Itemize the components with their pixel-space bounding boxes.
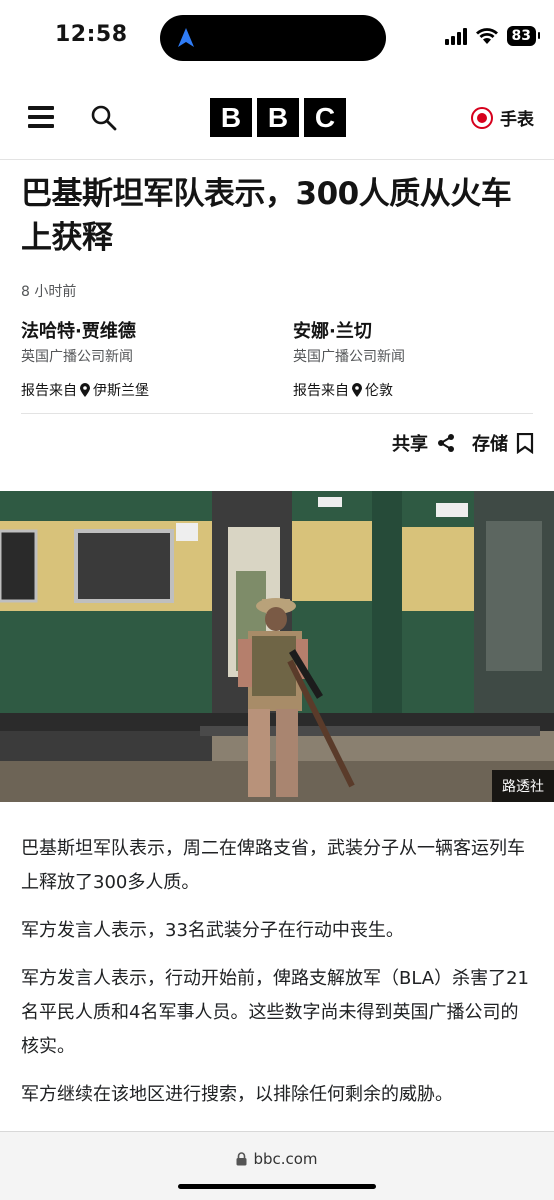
article-paragraph: 军方发言人表示，行动开始前，俾路支解放军（BLA）杀害了21名平民人质和4名军事… [21, 968, 530, 1057]
home-indicator[interactable] [178, 1184, 376, 1189]
article-paragraph: 军方继续在该地区进行搜索，以排除任何剩余的威胁。 [21, 1084, 453, 1105]
article-actions: 共享 存储 [392, 430, 534, 456]
bbc-logo[interactable]: B B C [210, 98, 346, 137]
battery-icon: 83 [506, 26, 541, 46]
share-icon [438, 434, 454, 452]
location-pin-icon [80, 383, 90, 397]
article-image: 路透社 [0, 491, 554, 802]
location-name: 伦敦 [365, 383, 393, 399]
author-org: 英国广播公司新闻 [293, 349, 405, 365]
status-bar: 12:58 83 [0, 0, 554, 76]
byline-author: 法哈特·贾维德 英国广播公司新闻 报告来自 伊斯兰堡 [21, 320, 271, 400]
url-text: bbc.com [253, 1150, 318, 1168]
author-location: 报告来自 伊斯兰堡 [21, 380, 271, 400]
share-label: 共享 [392, 434, 428, 455]
article-body: 巴基斯坦军队表示，周二在俾路支省，武装分子从一辆客运列车上释放了300多人质。 … [21, 832, 535, 1126]
signal-icon [444, 27, 467, 45]
location-arrow-icon [178, 28, 194, 47]
browser-address-bar[interactable]: bbc.com [0, 1131, 554, 1200]
location-prefix: 报告来自 [293, 383, 349, 399]
dynamic-island [160, 15, 386, 61]
author-name: 法哈特·贾维德 [21, 321, 136, 342]
logo-letter: B [210, 98, 252, 137]
train-photo [0, 491, 554, 802]
article-paragraph: 巴基斯坦军队表示，周二在俾路支省，武装分子从一辆客运列车上释放了300多人质。 [21, 838, 525, 893]
photo-credit: 路透社 [492, 770, 554, 802]
watch-label: 手表 [500, 110, 534, 130]
status-time: 12:58 [55, 22, 128, 47]
watch-button[interactable]: 手表 [471, 105, 534, 130]
save-label: 存储 [472, 434, 508, 455]
location-name: 伊斯兰堡 [93, 383, 149, 399]
bookmark-icon [516, 432, 534, 454]
author-name: 安娜·兰切 [293, 321, 372, 342]
author-org: 英国广播公司新闻 [21, 349, 133, 365]
location-prefix: 报告来自 [21, 383, 77, 399]
divider [21, 413, 533, 414]
search-icon[interactable] [90, 104, 118, 132]
status-indicators: 83 [444, 26, 541, 46]
wifi-icon [475, 28, 498, 44]
logo-letter: B [257, 98, 299, 137]
article-headline: 巴基斯坦军队表示，300人质从火车上获释 [21, 176, 512, 256]
location-pin-icon [352, 383, 362, 397]
article-timestamp: 8 小时前 [21, 284, 77, 300]
byline-author: 安娜·兰切 英国广播公司新闻 报告来自 伦敦 [293, 320, 543, 400]
live-icon [471, 106, 493, 129]
menu-icon[interactable] [28, 106, 54, 128]
share-button[interactable]: 共享 [392, 430, 456, 456]
logo-letter: C [304, 98, 346, 137]
article-paragraph: 军方发言人表示，33名武装分子在行动中丧生。 [21, 920, 404, 941]
author-location: 报告来自 伦敦 [293, 380, 543, 400]
lock-icon [236, 1152, 247, 1166]
save-button[interactable]: 存储 [472, 430, 534, 456]
url-display[interactable]: bbc.com [0, 1150, 554, 1168]
site-header: B B C 手表 [0, 76, 554, 160]
